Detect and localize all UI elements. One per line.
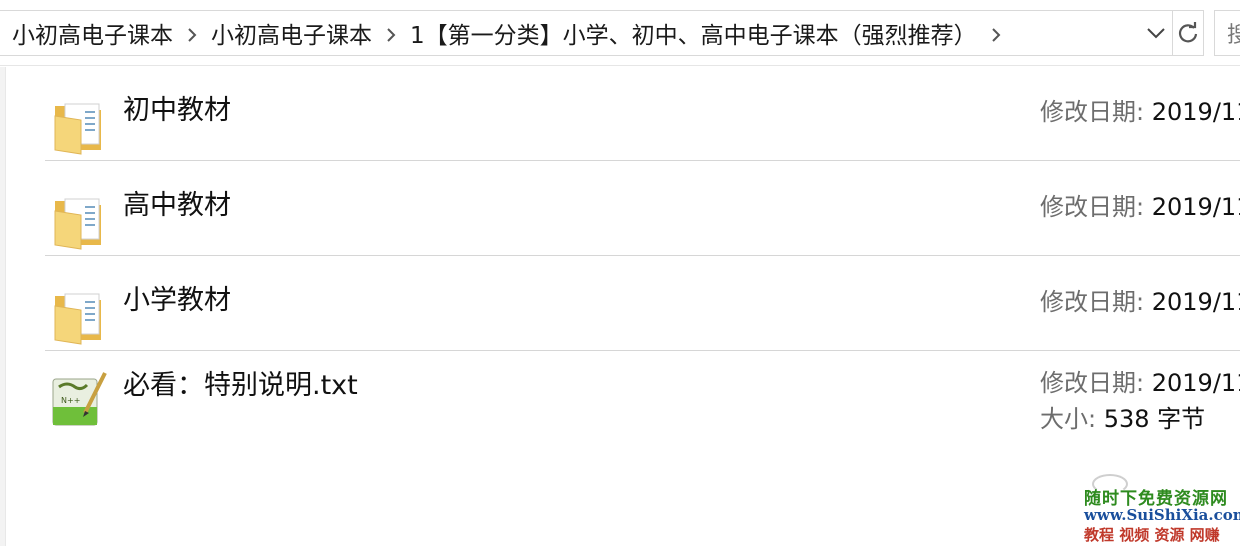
svg-text:N++: N++ xyxy=(61,396,80,405)
refresh-button[interactable] xyxy=(1172,10,1204,56)
chevron-right-icon[interactable] xyxy=(374,21,408,45)
modified-value: 2019/11 xyxy=(1151,369,1240,397)
file-list: 初中教材 修改日期: 2019/11 高中教材 修改日期: 2019/11 xyxy=(45,66,1240,471)
notepad-file-icon: N++ xyxy=(52,372,107,426)
address-bar: 小初高电子课本 小初高电子课本 1【第一分类】小学、初中、高中电子课本（强烈推荐… xyxy=(0,0,1240,66)
folder-icon xyxy=(54,103,101,155)
size-label: 大小: xyxy=(1040,405,1097,433)
watermark-logo: 随时下免费资源网 www.SuiShiXia.com 教程 视频 资源 网赚 xyxy=(1076,474,1240,546)
breadcrumb-item-3[interactable]: 1【第一分类】小学、初中、高中电子课本（强烈推荐） xyxy=(408,16,979,50)
file-meta: 修改日期: 2019/11 xyxy=(1040,189,1240,225)
folder-icon xyxy=(54,293,101,345)
modified-label: 修改日期: xyxy=(1040,288,1145,316)
history-dropdown-button[interactable] xyxy=(1140,10,1172,56)
chevron-down-icon xyxy=(1147,28,1165,39)
chevron-right-icon[interactable] xyxy=(175,21,209,45)
modified-value: 2019/11 xyxy=(1151,288,1240,316)
breadcrumb-item-2[interactable]: 小初高电子课本 xyxy=(209,16,374,50)
search-input[interactable]: 搜 xyxy=(1214,10,1240,56)
modified-label: 修改日期: xyxy=(1040,98,1145,126)
file-name[interactable]: 高中教材 xyxy=(123,183,231,222)
modified-label: 修改日期: xyxy=(1040,369,1145,397)
breadcrumb: 小初高电子课本 小初高电子课本 1【第一分类】小学、初中、高中电子课本（强烈推荐… xyxy=(0,10,1172,56)
file-meta: 修改日期: 2019/11 xyxy=(1040,284,1240,320)
refresh-icon xyxy=(1178,22,1198,43)
chevron-right-icon[interactable] xyxy=(979,21,1013,45)
file-meta: 修改日期: 2019/11 大小: 538 字节 xyxy=(1040,365,1240,437)
file-name[interactable]: 初中教材 xyxy=(123,88,231,127)
list-item[interactable]: 高中教材 修改日期: 2019/11 xyxy=(45,161,1240,256)
file-name[interactable]: 小学教材 xyxy=(123,278,231,317)
watermark-line-3: 教程 视频 资源 网赚 xyxy=(1084,526,1220,544)
list-item[interactable]: 小学教材 修改日期: 2019/11 xyxy=(45,256,1240,351)
file-name[interactable]: 必看：特别说明.txt xyxy=(123,363,358,402)
watermark-line-2: www.SuiShiXia.com xyxy=(1084,506,1240,524)
list-item[interactable]: N++ 必看：特别说明.txt 修改日期: 2019/11 大小: 538 字节 xyxy=(45,351,1240,471)
file-meta: 修改日期: 2019/11 xyxy=(1040,94,1240,130)
modified-label: 修改日期: xyxy=(1040,193,1145,221)
modified-value: 2019/11 xyxy=(1151,98,1240,126)
list-item[interactable]: 初中教材 修改日期: 2019/11 xyxy=(45,66,1240,161)
size-value: 538 字节 xyxy=(1103,405,1206,433)
folder-icon xyxy=(54,198,101,250)
breadcrumb-item-1[interactable]: 小初高电子课本 xyxy=(10,16,175,50)
navigation-pane-edge xyxy=(0,67,6,546)
modified-value: 2019/11 xyxy=(1151,193,1240,221)
